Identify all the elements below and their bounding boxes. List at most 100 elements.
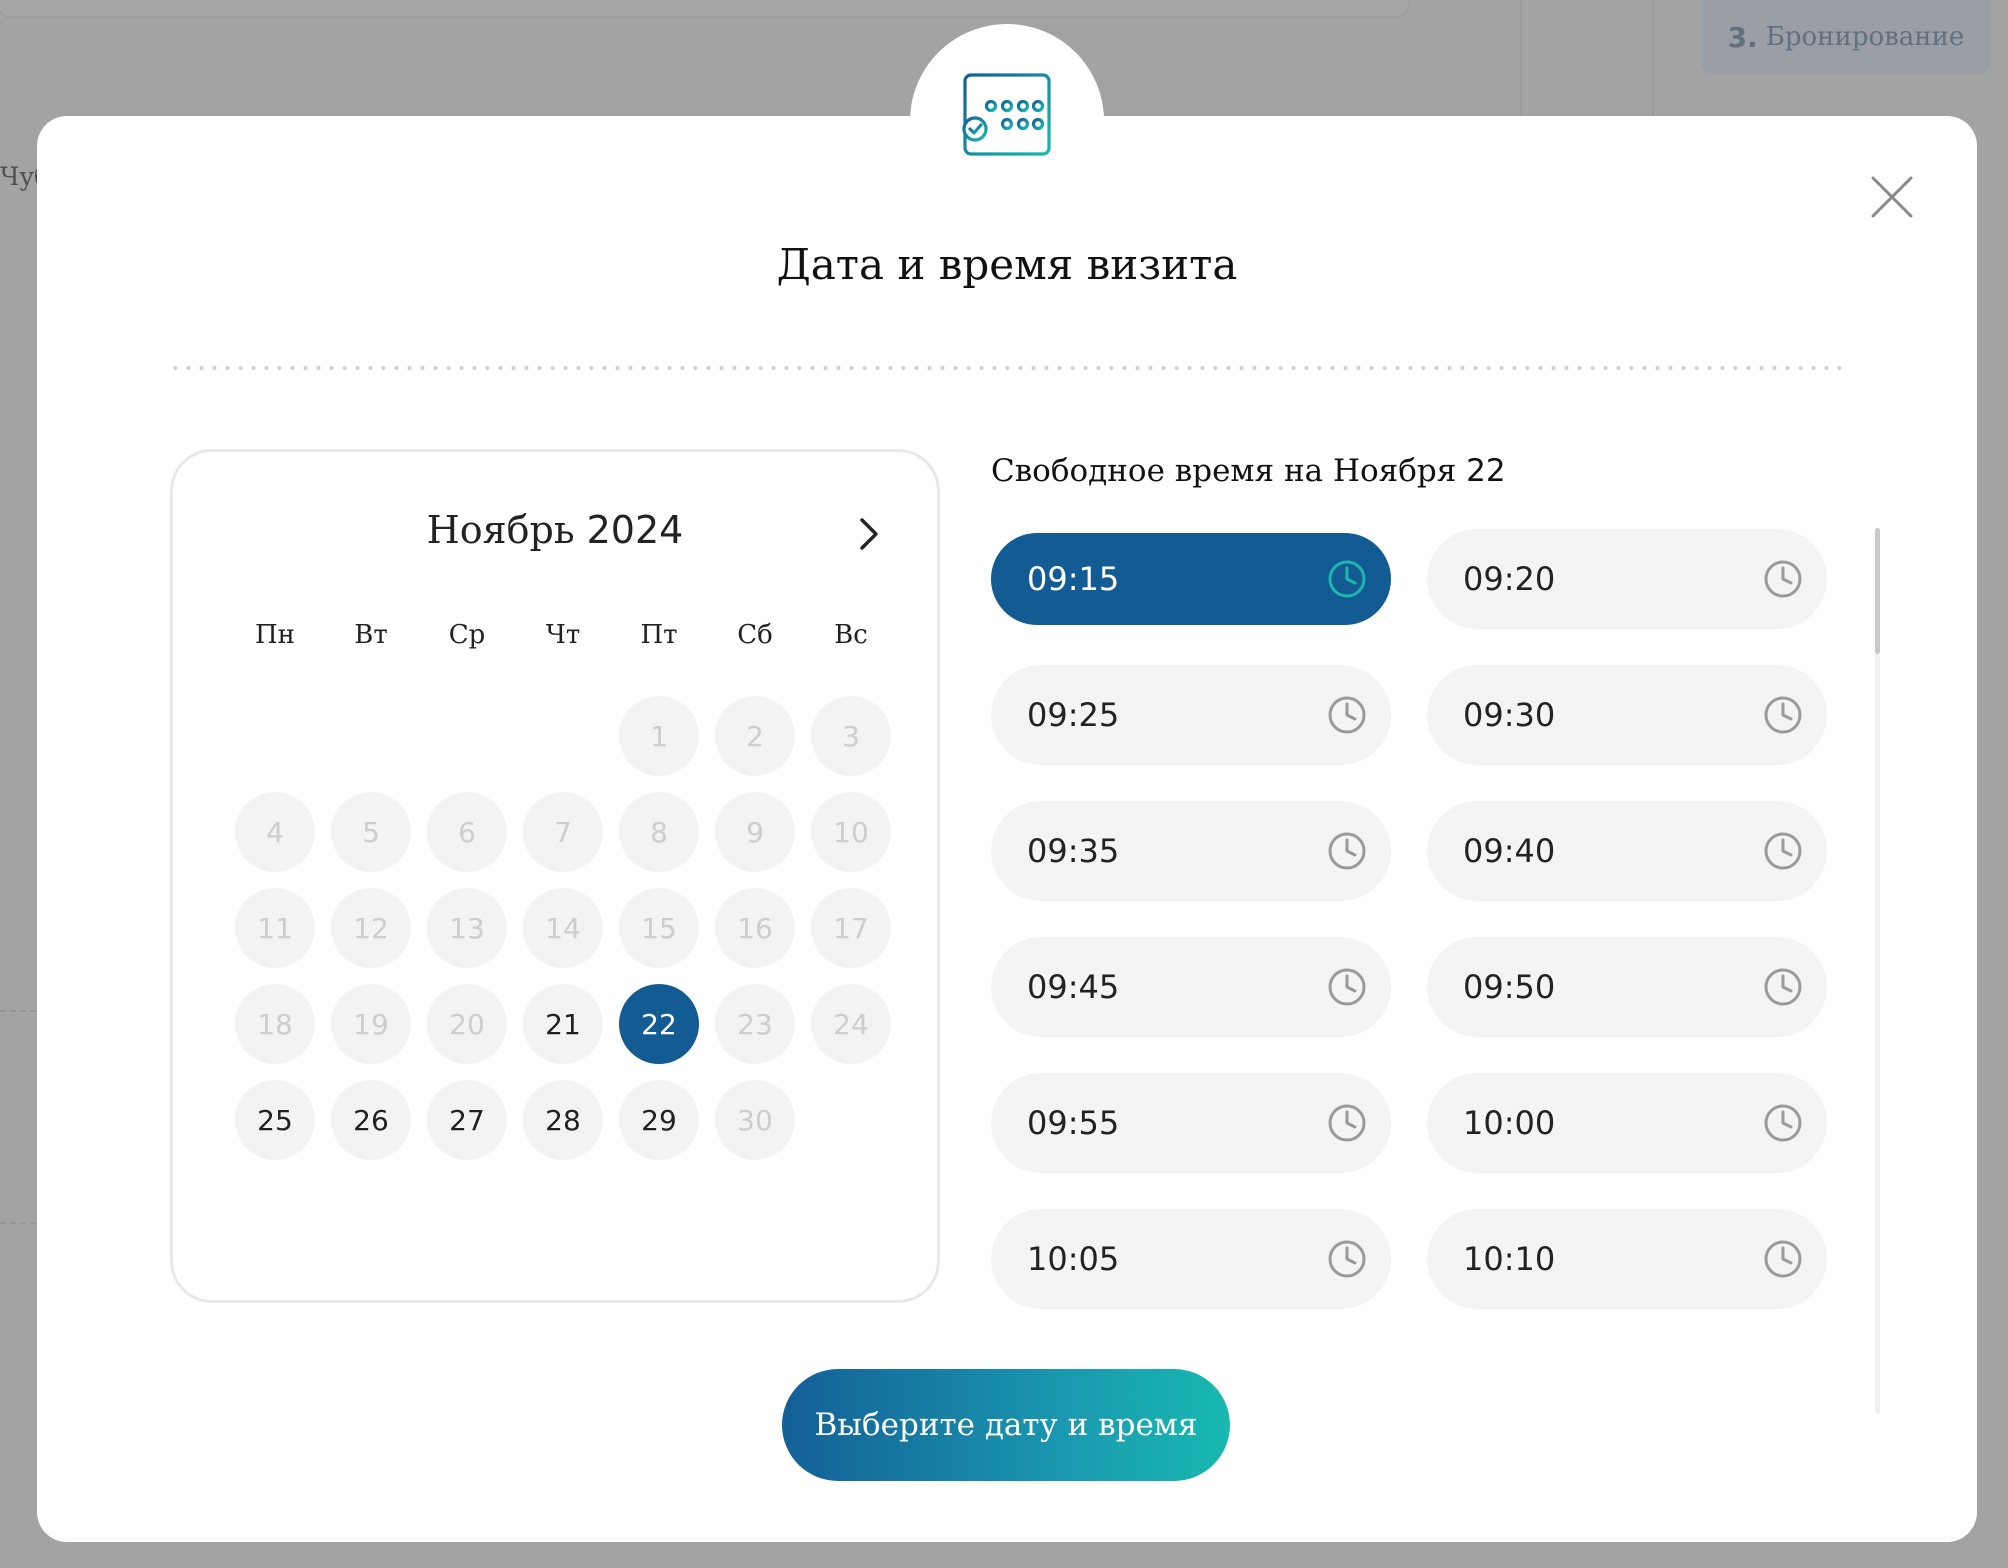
clock-icon: [1328, 832, 1366, 870]
clock-icon: [1328, 696, 1366, 734]
weekday-label: Пн: [254, 620, 295, 650]
calendar-day: 17: [811, 888, 891, 968]
calendar-day: 5: [331, 792, 411, 872]
calendar-day: 16: [715, 888, 795, 968]
clock-icon: [1328, 1240, 1366, 1278]
time-slot-label: 09:20: [1463, 560, 1556, 598]
calendar-day-blank: [427, 696, 507, 776]
select-date-time-button[interactable]: Выберите дату и время: [782, 1369, 1230, 1481]
time-slot-label: 09:45: [1027, 968, 1120, 1006]
calendar: Ноябрь 2024 Пн Вт Ср Чт Пт Сб Вс 1 2 3 4 5 6 7 8 9 10 11…: [170, 449, 940, 1303]
calendar-day: 12: [331, 888, 411, 968]
time-slot-label: 10:05: [1027, 1240, 1120, 1278]
weekday-label: Пт: [640, 620, 678, 650]
booking-step-number: 3.: [1727, 20, 1758, 54]
time-slot-label: 09:15: [1027, 560, 1120, 598]
time-slot[interactable]: 09:55: [991, 1073, 1391, 1173]
time-slot[interactable]: 09:45: [991, 937, 1391, 1037]
time-slot[interactable]: 09:30: [1427, 665, 1827, 765]
calendar-day: 8: [619, 792, 699, 872]
calendar-day-selected[interactable]: 22: [619, 984, 699, 1064]
chevron-right-icon[interactable]: [850, 512, 888, 556]
calendar-day[interactable]: 29: [619, 1080, 699, 1160]
calendar-day: 23: [715, 984, 795, 1064]
slots-title-day: 22: [1466, 453, 1506, 489]
calendar-days: 1 2 3 4 5 6 7 8 9 10 11 12 13 14 15 16 17 18 19 20 21 22 23 24 2…: [227, 688, 899, 1168]
calendar-day: 6: [427, 792, 507, 872]
date-time-modal: Дата и время визита Ноябрь 2024 Пн Вт Ср Чт…: [37, 116, 1977, 1542]
calendar-day: 18: [235, 984, 315, 1064]
clock-icon: [1764, 1104, 1802, 1142]
booking-step-tab: 3. Бронирование: [1701, 0, 1991, 74]
weekday-label: Вс: [834, 620, 868, 650]
slots-title-text: Свободное время на Ноября: [991, 453, 1457, 489]
time-slot-scrollbar[interactable]: [1875, 528, 1880, 1414]
calendar-day: 7: [523, 792, 603, 872]
time-slot[interactable]: 09:35: [991, 801, 1391, 901]
calendar-day: 30: [715, 1080, 795, 1160]
calendar-weekdays: Пн Вт Ср Чт Пт Сб Вс: [227, 620, 899, 650]
clock-icon: [1328, 560, 1366, 598]
calendar-year: 2024: [586, 508, 684, 552]
clock-icon: [1764, 968, 1802, 1006]
calendar-day: 10: [811, 792, 891, 872]
calendar-day: 3: [811, 696, 891, 776]
calendar-day[interactable]: 26: [331, 1080, 411, 1160]
time-slot[interactable]: 09:50: [1427, 937, 1827, 1037]
time-slot[interactable]: 10:00: [1427, 1073, 1827, 1173]
calendar-day: 1: [619, 696, 699, 776]
clock-icon: [1764, 1240, 1802, 1278]
calendar-month-title: Ноябрь 2024: [173, 508, 937, 552]
calendar-day: 4: [235, 792, 315, 872]
close-icon[interactable]: [1869, 174, 1915, 220]
calendar-day: 19: [331, 984, 411, 1064]
calendar-day[interactable]: 27: [427, 1080, 507, 1160]
calendar-day: 14: [523, 888, 603, 968]
calendar-day: 20: [427, 984, 507, 1064]
time-slot-grid: 09:15 09:20 09:25 09:30 09:35 09:40 09:45 09:50…: [991, 526, 1891, 1309]
time-slot[interactable]: 10:05: [991, 1209, 1391, 1309]
clock-icon: [1328, 968, 1366, 1006]
background-panel: [0, 0, 1410, 18]
calendar-day[interactable]: 25: [235, 1080, 315, 1160]
weekday-label: Ср: [448, 620, 486, 650]
clock-icon: [1764, 696, 1802, 734]
time-slot-label: 10:10: [1463, 1240, 1556, 1278]
calendar-day-blank: [523, 696, 603, 776]
clock-icon: [1328, 1104, 1366, 1142]
calendar-day-blank: [235, 696, 315, 776]
time-slot-label: 09:55: [1027, 1104, 1120, 1142]
background-divider: [0, 1010, 36, 1012]
time-slot-label: 09:50: [1463, 968, 1556, 1006]
time-slot[interactable]: 10:10: [1427, 1209, 1827, 1309]
calendar-day[interactable]: 21: [523, 984, 603, 1064]
calendar-check-icon: [962, 66, 1051, 156]
calendar-day: 15: [619, 888, 699, 968]
modal-title: Дата и время визита: [776, 240, 1238, 289]
scrollbar-thumb[interactable]: [1875, 528, 1880, 654]
time-slot-label: 09:35: [1027, 832, 1120, 870]
weekday-label: Чт: [545, 620, 581, 650]
time-slot[interactable]: 09:20: [1427, 529, 1827, 629]
dotted-divider: [169, 366, 1845, 370]
time-slot-label: 10:00: [1463, 1104, 1556, 1142]
calendar-day: 13: [427, 888, 507, 968]
background-panel: [1652, 0, 1654, 116]
modal-icon-badge: [910, 24, 1104, 218]
booking-step-label: Бронирование: [1765, 22, 1965, 52]
weekday-label: Вт: [354, 620, 388, 650]
calendar-day-blank: [331, 696, 411, 776]
time-slot-list[interactable]: 09:15 09:20 09:25 09:30 09:35 09:40 09:45 09:50…: [991, 526, 1891, 1414]
calendar-day: 2: [715, 696, 795, 776]
time-slot[interactable]: 09:40: [1427, 801, 1827, 901]
calendar-day: 11: [235, 888, 315, 968]
calendar-month: Ноябрь: [426, 508, 575, 552]
background-divider: [0, 1222, 36, 1224]
calendar-day: 9: [715, 792, 795, 872]
clock-icon: [1764, 560, 1802, 598]
time-slot-selected[interactable]: 09:15: [991, 533, 1391, 625]
calendar-day[interactable]: 28: [523, 1080, 603, 1160]
time-slot-label: 09:25: [1027, 696, 1120, 734]
time-slot[interactable]: 09:25: [991, 665, 1391, 765]
time-slot-label: 09:30: [1463, 696, 1556, 734]
